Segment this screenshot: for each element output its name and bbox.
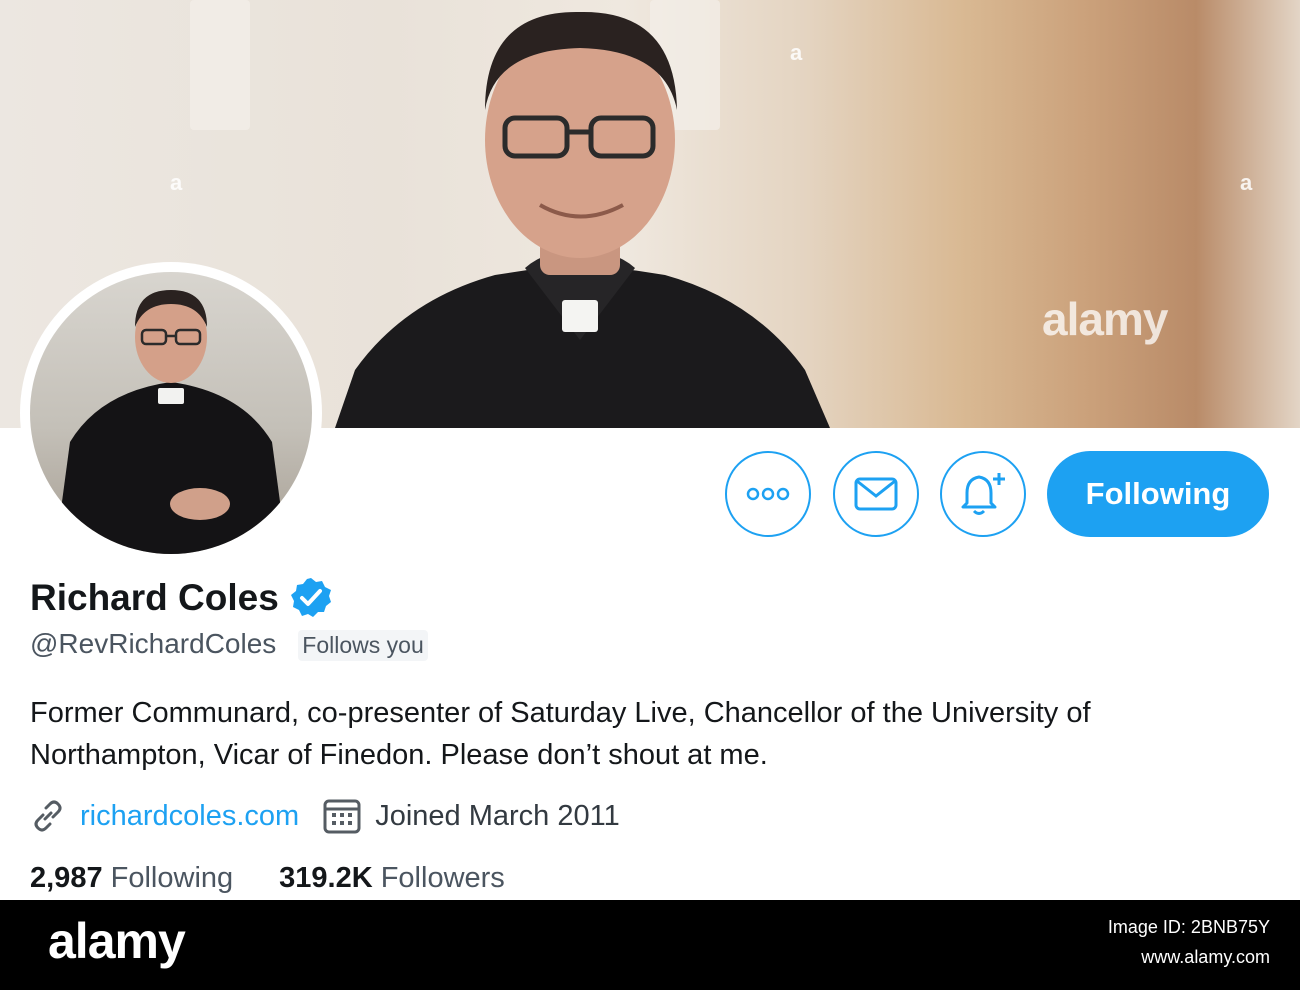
display-name: Richard Coles [30, 577, 279, 618]
followers-count: 319.2K [279, 862, 373, 894]
watermark-mark: a [1240, 170, 1253, 195]
profile-meta-row: richardcoles.com Joined March 2011 [30, 798, 620, 834]
calendar-icon [323, 798, 361, 834]
website-link[interactable]: richardcoles.com [80, 800, 299, 833]
footer-site: www.alamy.com [1141, 947, 1270, 967]
profile-stats: 2,987 Following 319.2K Followers [30, 862, 505, 895]
verified-badge-icon [290, 578, 331, 617]
following-stat[interactable]: 2,987 Following [30, 862, 233, 895]
banner-watermark: alamy [1042, 293, 1168, 345]
message-button[interactable] [833, 451, 919, 537]
bell-plus-icon [961, 473, 1005, 515]
more-icon [746, 487, 790, 501]
footer-logo: alamy [48, 913, 186, 969]
more-options-button[interactable] [725, 451, 811, 537]
watermark-mark: a [790, 40, 803, 65]
following-button[interactable]: Following [1047, 451, 1269, 537]
profile-avatar[interactable] [20, 262, 322, 564]
following-stat-label: Following [110, 862, 234, 894]
profile-name-row: Richard Coles [30, 576, 333, 620]
follows-you-badge: Follows you [298, 630, 428, 661]
profile-handle: @RevRichardColes [30, 628, 277, 659]
banner-person-illustration [335, 11, 830, 428]
avatar-image [30, 272, 312, 554]
followers-stat[interactable]: 319.2K Followers [279, 862, 505, 895]
footer-info: Image ID: 2BNB75Y www.alamy.com [1108, 912, 1270, 972]
link-icon [30, 798, 66, 834]
mail-icon [854, 477, 898, 511]
handle-row: @RevRichardColes Follows you [30, 628, 428, 661]
footer-image-id: Image ID: 2BNB75Y [1107, 917, 1270, 937]
stock-footer: alamy Image ID: 2BNB75Y www.alamy.com [0, 900, 1300, 990]
followers-stat-label: Followers [380, 862, 505, 894]
profile-bio: Former Communard, co-presenter of Saturd… [30, 697, 1091, 771]
joined-date: Joined March 2011 [375, 799, 620, 832]
following-count: 2,987 [30, 862, 103, 894]
watermark-mark: a [170, 170, 183, 195]
notifications-button[interactable] [940, 451, 1026, 537]
banner-window-shape [190, 0, 250, 130]
